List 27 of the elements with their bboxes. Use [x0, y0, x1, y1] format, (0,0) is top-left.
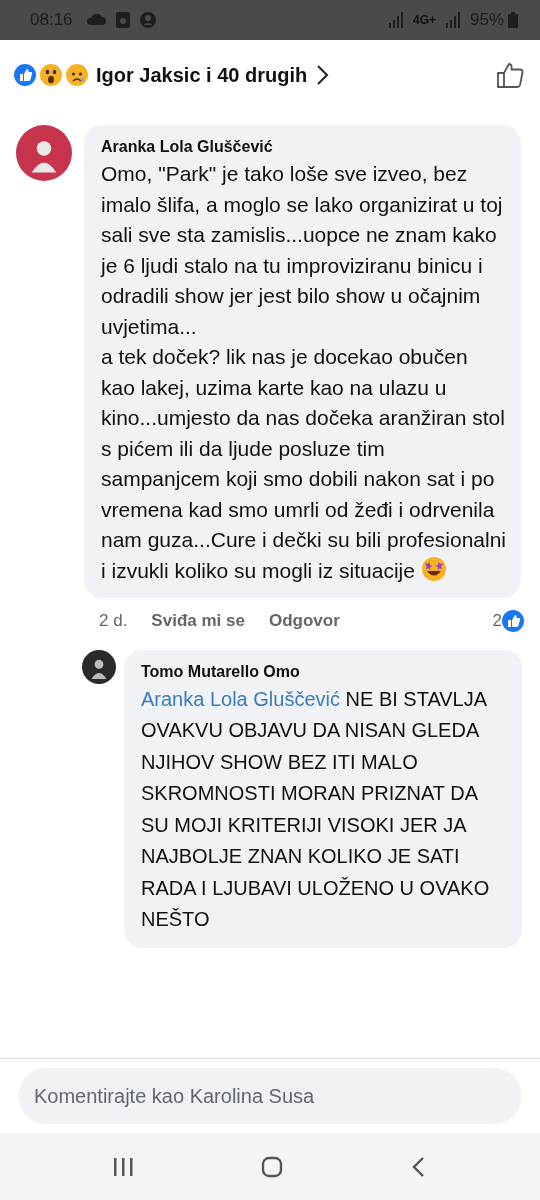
account-icon	[138, 11, 157, 29]
like-icon[interactable]	[496, 60, 526, 90]
signal-icon	[443, 11, 462, 29]
reply-link[interactable]: Odgovor	[268, 608, 340, 634]
mention-link[interactable]: Aranka Lola Gluščević	[141, 687, 340, 710]
wow-reaction-icon	[40, 64, 62, 86]
signal-icon	[386, 11, 405, 29]
home-icon[interactable]	[261, 1155, 283, 1178]
comment-field[interactable]: Komentirajte kao Karolina Susa	[18, 1068, 522, 1124]
author-name[interactable]: Tomo Mutarello Omo	[141, 659, 508, 684]
comment-text: Omo, "Park" je tako loše sve izveo, bez imalo šlifa, a moglo se lako organizirat u toj sali sve sta zamislis...uopce ne znam kako je 6 ljudi stalo na tu improviziranu binicu i odradili show jer jest bilo show u očajnim uvjetima... a tek doček? lik nas je docekao obučen kao lakej, uzima karte kao na ulazu u kino...umjesto da nas dočeka aranžiran stol s pićem ili da ljude posluze tim sampanjcem koji smo dobili nakon sat i po vremena kad smo umrli od žeđi i odrvenila nam guza...Cure i dečki su bili profesionalni i izvukli koliko su mogli iz situacije	[101, 161, 507, 584]
like-count: 2	[492, 610, 502, 632]
cloud-icon	[84, 12, 107, 28]
like-reaction-icon	[14, 64, 36, 86]
device-icon	[114, 11, 131, 29]
like-reaction-icon	[502, 609, 524, 632]
reply-text: Aranka Lola Gluščević NE BI STAVLJA OVAKVU OBJAVU DA NISAN GLEDA NJIHOV SHOW BEZ ITI MALO SKROMNOSTI MORAN PRIZNAT DA SU MOJI KRITERIJI VISOKI JER JA NAJBOLJE ZNAN KOLIKO JE SATI RADA I LJUBAVI ULOŽENO U OVAKO NEŠTO	[141, 686, 491, 932]
like-link[interactable]: Sviđa mi se	[151, 608, 245, 634]
author-name[interactable]: Aranka Lola Gluščević	[101, 135, 507, 159]
reactors-link[interactable]: Igor Jaksic i 40 drugih	[96, 60, 330, 90]
recent-apps-icon[interactable]	[111, 1155, 134, 1178]
network-type: 4G+	[412, 12, 436, 29]
avatar[interactable]	[82, 649, 116, 684]
battery-icon	[508, 12, 518, 28]
chevron-right-icon	[315, 64, 330, 86]
sad-reaction-icon	[66, 64, 88, 86]
comment-time: 2 d.	[99, 610, 128, 632]
